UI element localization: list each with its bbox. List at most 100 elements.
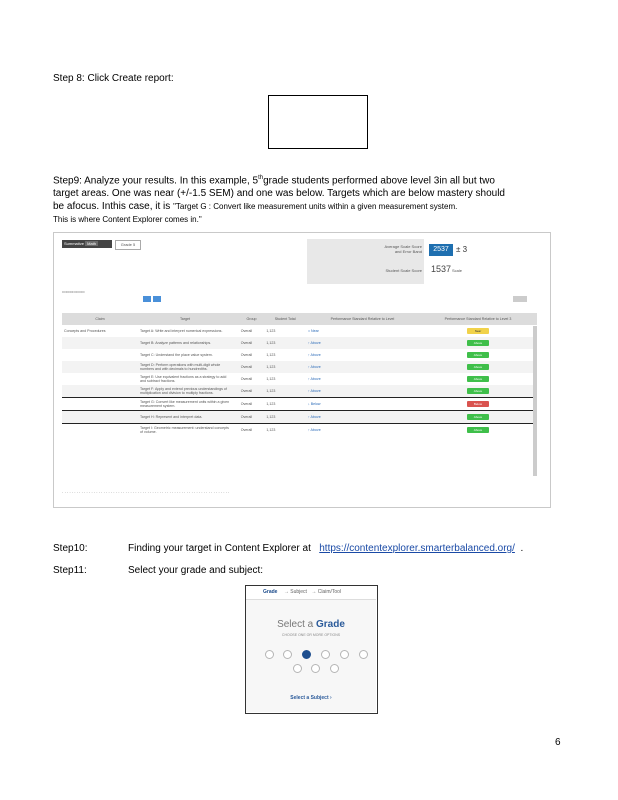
- page-number: 6: [555, 737, 561, 748]
- perf-cell: ↑ Above: [307, 428, 321, 432]
- count-cell: 1,123: [266, 329, 276, 333]
- perf-cell: ↑ Above: [307, 353, 321, 357]
- ce-title: Select a Grade: [277, 619, 345, 630]
- step9-quote: "Target G : Convert like measurement uni…: [173, 202, 458, 212]
- perf-cell: ↑ Above: [307, 389, 321, 393]
- count-cell: 1,123: [266, 402, 276, 406]
- filter-row: ▭▭▭▭▭▭: [62, 289, 85, 294]
- count-cell: 1,123: [266, 341, 276, 345]
- group-cell: Overall: [240, 389, 253, 393]
- status-badge: Above: [466, 388, 489, 394]
- group-cell: Overall: [240, 341, 253, 345]
- select-subject-button[interactable]: Select a Subject ›: [246, 695, 376, 701]
- count-cell: 1,123: [266, 389, 276, 393]
- count-cell: 1,123: [266, 353, 276, 357]
- scrollbar[interactable]: [533, 326, 537, 476]
- group-cell: Overall: [240, 353, 253, 357]
- target-cell: Target I: Geometric measurement: underst…: [140, 426, 229, 434]
- grade-option[interactable]: [302, 650, 311, 659]
- tab-summative[interactable]: Summative Math: [62, 240, 112, 248]
- results-table: Claim Target Group Student Total Performance…: [62, 313, 537, 436]
- table-row: Concepts and Procedures Target A: Write a…: [62, 325, 537, 337]
- table-row: Target D: Perform operations with multi-…: [62, 361, 537, 373]
- group-cell: Overall: [240, 415, 253, 419]
- grade-option[interactable]: [293, 664, 302, 673]
- step11-text: Select your grade and subject:: [128, 565, 264, 576]
- step9-paragraph: Step9: Analyze your results. In this exa…: [53, 172, 573, 226]
- ce-nav-claim[interactable]: Claim/Tool: [318, 589, 341, 595]
- perf-cell: ↑ Above: [307, 365, 321, 369]
- count-cell: 1,123: [266, 377, 276, 381]
- table-header[interactable]: Claim: [62, 313, 139, 325]
- table-header[interactable]: Student Total: [264, 313, 306, 325]
- ce-nav: Grade → Subject → Claim/Tool: [246, 586, 376, 600]
- group-cell: Overall: [240, 329, 253, 333]
- claim-cell: [62, 337, 138, 349]
- step10-text: Finding your target in Content Explorer …: [128, 543, 524, 554]
- step9-line1: Step9: Analyze your results. In this exa…: [53, 175, 259, 187]
- spacer-cell: [232, 361, 239, 373]
- ce-nav-subject[interactable]: Subject: [290, 589, 307, 595]
- prev-arrow-icon[interactable]: [143, 296, 151, 302]
- status-badge: Above: [466, 414, 489, 420]
- table-header[interactable]: Group: [238, 313, 265, 325]
- perf-cell: ↑ Above: [307, 341, 321, 345]
- status-badge: Above: [466, 427, 489, 433]
- score-value: 2537: [429, 244, 453, 256]
- tab-grade[interactable]: Grade 5: [115, 240, 141, 250]
- table-header[interactable]: [232, 313, 239, 325]
- grade-option[interactable]: [359, 650, 368, 659]
- score-sub: Scale: [452, 268, 463, 273]
- target-cell: Target H: Represent and interpret data.: [140, 415, 203, 419]
- step9-line2: target areas. One was near (+/-1.5 SEM) …: [53, 188, 505, 200]
- table-footnote: · · · · · · · · · · · · · · · · · · · · …: [62, 490, 230, 495]
- spacer-cell: [232, 337, 239, 349]
- score-error: ± 3: [456, 245, 468, 254]
- table-header[interactable]: Performance Standard Relative to Level 3: [418, 313, 537, 325]
- claim-cell: [62, 411, 138, 424]
- target-cell: Target E: Use equivalent fractions as a …: [140, 375, 227, 383]
- count-cell: 1,123: [266, 415, 276, 419]
- count-cell: 1,123: [266, 365, 276, 369]
- perf-cell: ↑ Above: [307, 377, 321, 381]
- step9-line1-tail: grade students performed above level 3in…: [263, 175, 495, 187]
- spacer-cell: [232, 424, 239, 437]
- table-row: Target I: Geometric measurement: underst…: [62, 423, 537, 437]
- step9-line3: be afocus. Inthis case, it is: [53, 201, 171, 213]
- grade-option[interactable]: [283, 650, 292, 659]
- grade-option[interactable]: [321, 650, 330, 659]
- group-cell: Overall: [240, 428, 253, 432]
- grade-option[interactable]: [330, 664, 339, 673]
- ce-subtitle: CHOOSE ONE OR MORE OPTIONS: [281, 633, 341, 637]
- next-arrow-icon[interactable]: [153, 296, 161, 302]
- group-cell: Overall: [240, 377, 253, 381]
- claim-cell: [62, 424, 138, 437]
- status-badge: Near: [466, 328, 489, 334]
- perf-cell: = Near: [307, 329, 319, 333]
- spacer-cell: [232, 325, 239, 337]
- score-label-3: Student Scale Score: [385, 268, 422, 273]
- target-cell: Target D: Perform operations with multi-…: [140, 363, 221, 371]
- table-header[interactable]: Target: [138, 313, 233, 325]
- step9-quote2: This is where Content Explorer comes in.…: [53, 215, 202, 225]
- spacer-cell: [232, 398, 239, 411]
- score-value-2: 1537: [431, 264, 452, 274]
- count-cell: 1,123: [266, 428, 276, 432]
- table-row: Target B: Analyze patterns and relations…: [62, 337, 537, 349]
- grade-option[interactable]: [311, 664, 320, 673]
- score-label-2: and Error Band: [394, 249, 422, 254]
- status-badge: Below: [466, 401, 489, 407]
- group-cell: Overall: [240, 365, 253, 369]
- table-row: Target E: Use equivalent fractions as a …: [62, 373, 537, 385]
- grade-option[interactable]: [340, 650, 349, 659]
- table-header[interactable]: Performance Standard Relative to Level: [305, 313, 419, 325]
- grade-option[interactable]: [265, 650, 274, 659]
- target-cell: Target F: Apply and extend previous unde…: [140, 387, 227, 395]
- target-cell: Target B: Analyze patterns and relations…: [140, 341, 212, 345]
- step11-label: Step11:: [53, 565, 87, 576]
- perf-cell: ↓ Below: [307, 402, 321, 406]
- toggle-button[interactable]: [513, 296, 527, 302]
- ce-nav-grade[interactable]: Grade: [263, 589, 277, 595]
- target-cell: Target G: Convert like measurement units…: [140, 400, 230, 408]
- content-explorer-link[interactable]: https://contentexplorer.smarterbalanced.…: [319, 543, 515, 554]
